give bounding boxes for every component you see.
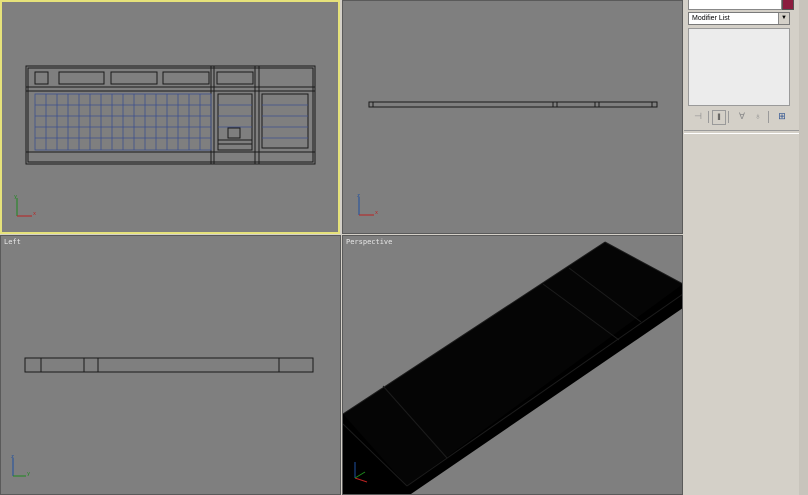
axis-tripod-icon: z y bbox=[11, 454, 30, 477]
viewport-top[interactable]: y x bbox=[0, 0, 340, 234]
object-name-field[interactable] bbox=[688, 0, 782, 10]
svg-text:z: z bbox=[357, 193, 360, 199]
svg-text:x: x bbox=[375, 210, 378, 216]
keyboard-left-wireframe bbox=[24, 357, 314, 373]
keyboard-perspective-mesh bbox=[343, 241, 682, 494]
chevron-down-icon[interactable]: ▼ bbox=[778, 13, 789, 24]
panel-scrollbar[interactable] bbox=[799, 0, 808, 495]
panel-divider bbox=[684, 130, 808, 134]
configure-modifier-sets-icon[interactable]: ⊞ bbox=[776, 110, 788, 123]
modifier-list-dropdown[interactable]: Modifier List ▼ bbox=[688, 12, 790, 25]
command-panel: Modifier List ▼ ⊣ ‖ ∀ ♁ ⊞ bbox=[684, 0, 808, 495]
modifier-stack[interactable] bbox=[688, 28, 790, 106]
make-unique-icon[interactable]: ∀ bbox=[736, 110, 748, 123]
viewport-front[interactable]: z x bbox=[342, 0, 683, 234]
svg-text:z: z bbox=[11, 454, 14, 460]
viewport-perspective[interactable]: Perspective bbox=[342, 235, 683, 495]
toolbar-divider bbox=[708, 111, 709, 123]
modifier-list-label: Modifier List bbox=[692, 15, 730, 22]
svg-text:y: y bbox=[14, 194, 17, 200]
pin-stack-icon[interactable]: ⊣ bbox=[692, 110, 704, 123]
axis-tripod-icon: y x bbox=[14, 194, 36, 217]
svg-text:y: y bbox=[27, 471, 30, 477]
svg-text:x: x bbox=[33, 211, 36, 217]
viewport-left[interactable]: Left z y bbox=[0, 235, 341, 495]
axis-tripod-icon: z x bbox=[357, 193, 378, 216]
axis-tripod-icon bbox=[354, 462, 368, 483]
toolbar-divider bbox=[768, 111, 769, 123]
show-end-result-icon[interactable]: ‖ bbox=[712, 110, 726, 125]
remove-modifier-icon[interactable]: ♁ bbox=[752, 110, 764, 123]
keyboard-top-wireframe bbox=[25, 65, 316, 165]
keyboard-front-wireframe bbox=[368, 101, 658, 108]
object-color-swatch[interactable] bbox=[782, 0, 794, 10]
viewport-label[interactable]: Perspective bbox=[346, 238, 392, 246]
toolbar-divider bbox=[728, 111, 729, 123]
modifier-stack-toolbar: ⊣ ‖ ∀ ♁ ⊞ bbox=[688, 110, 800, 125]
